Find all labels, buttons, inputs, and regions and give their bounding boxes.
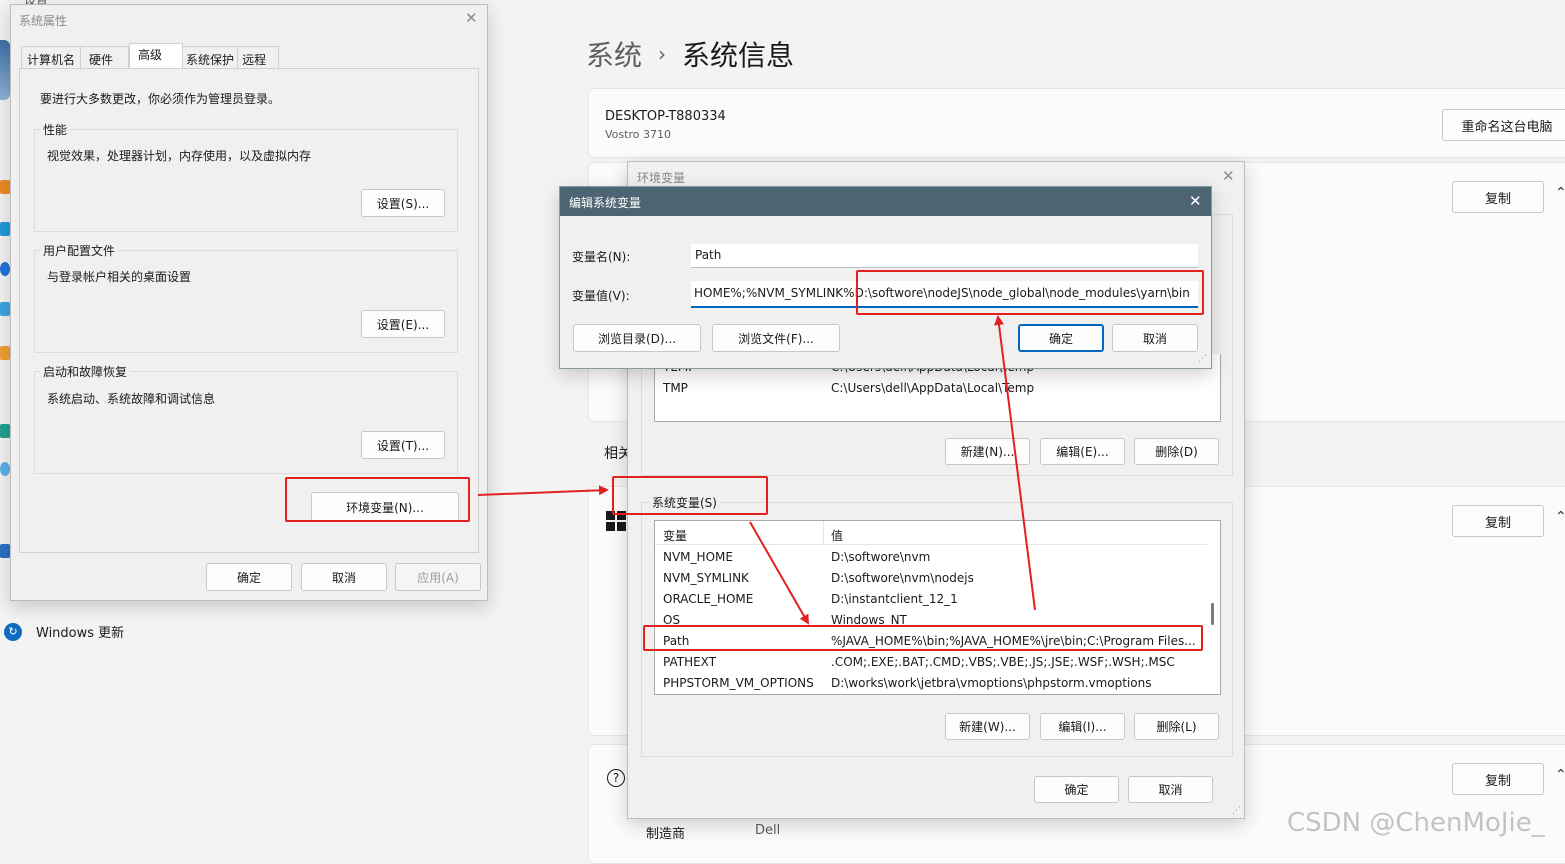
arrow-to-edit-value: [994, 315, 1036, 611]
arrow-to-path-row: [749, 521, 809, 625]
watermark: CSDN @ChenMoJie_: [1287, 808, 1545, 838]
arrow-to-system-vars: [477, 485, 609, 496]
annotation-arrows: [477, 315, 1036, 625]
